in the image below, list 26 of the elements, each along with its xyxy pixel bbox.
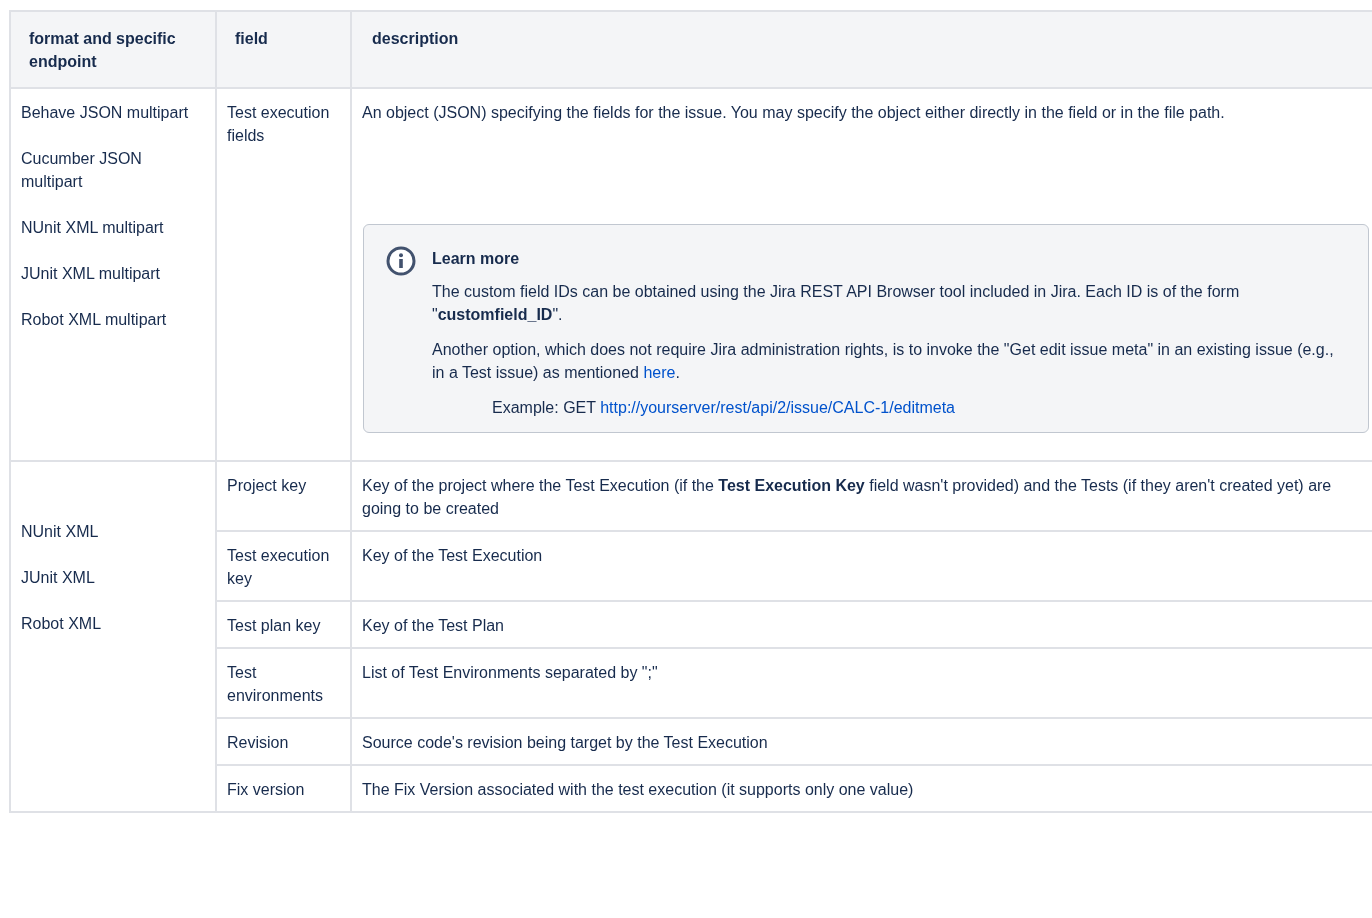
panel-text: Another option, which does not require Jira administration rights, is to invoke the "Get edit issue meta" in an existing issue (e.g., in a Test issue) as mentioned here. — [432, 340, 1335, 383]
example-text: Example: GET http://yourserver/rest/api/2/issue/CALC-1/editmeta — [491, 398, 956, 418]
info-icon — [386, 246, 416, 276]
format-item: JUnit XML multipart — [21, 264, 161, 284]
panel-text: The custom field IDs can be obtained using the Jira REST API Browser tool included in Jira. Each ID is of the form "customfield_ID". — [432, 282, 1241, 325]
format-item: JUnit XML — [21, 568, 96, 588]
link[interactable]: http://yourserver/rest/api/2/issue/CALC-1/editmeta — [600, 399, 955, 416]
column-header: field — [216, 11, 351, 88]
column-header: description — [351, 11, 1372, 88]
table-cell: Test execution key — [216, 531, 351, 601]
table-cell: Fix version — [216, 765, 351, 812]
format-item: Cucumber JSON multipart — [21, 149, 143, 192]
table-cell: Test execution fields — [216, 88, 351, 461]
table-cell: Test environments — [216, 648, 351, 718]
panel-title: Learn more — [432, 249, 521, 269]
table-cell: Revision — [216, 718, 351, 765]
format-item: Robot XML — [21, 614, 103, 634]
format-item: NUnit XML multipart — [21, 218, 165, 238]
table-cell: Test plan key — [216, 601, 351, 648]
format-item: Behave JSON multipart — [21, 103, 190, 123]
table-cell: Project key — [216, 461, 351, 531]
format-item: NUnit XML — [21, 522, 100, 542]
link[interactable]: here — [643, 364, 676, 381]
column-header: format and specific endpoint — [10, 11, 216, 88]
format-item: Robot XML multipart — [21, 310, 168, 330]
description-text: An object (JSON) specifying the fields for the issue. You may specify the object either directly in the field or in the file path. — [362, 103, 1226, 123]
